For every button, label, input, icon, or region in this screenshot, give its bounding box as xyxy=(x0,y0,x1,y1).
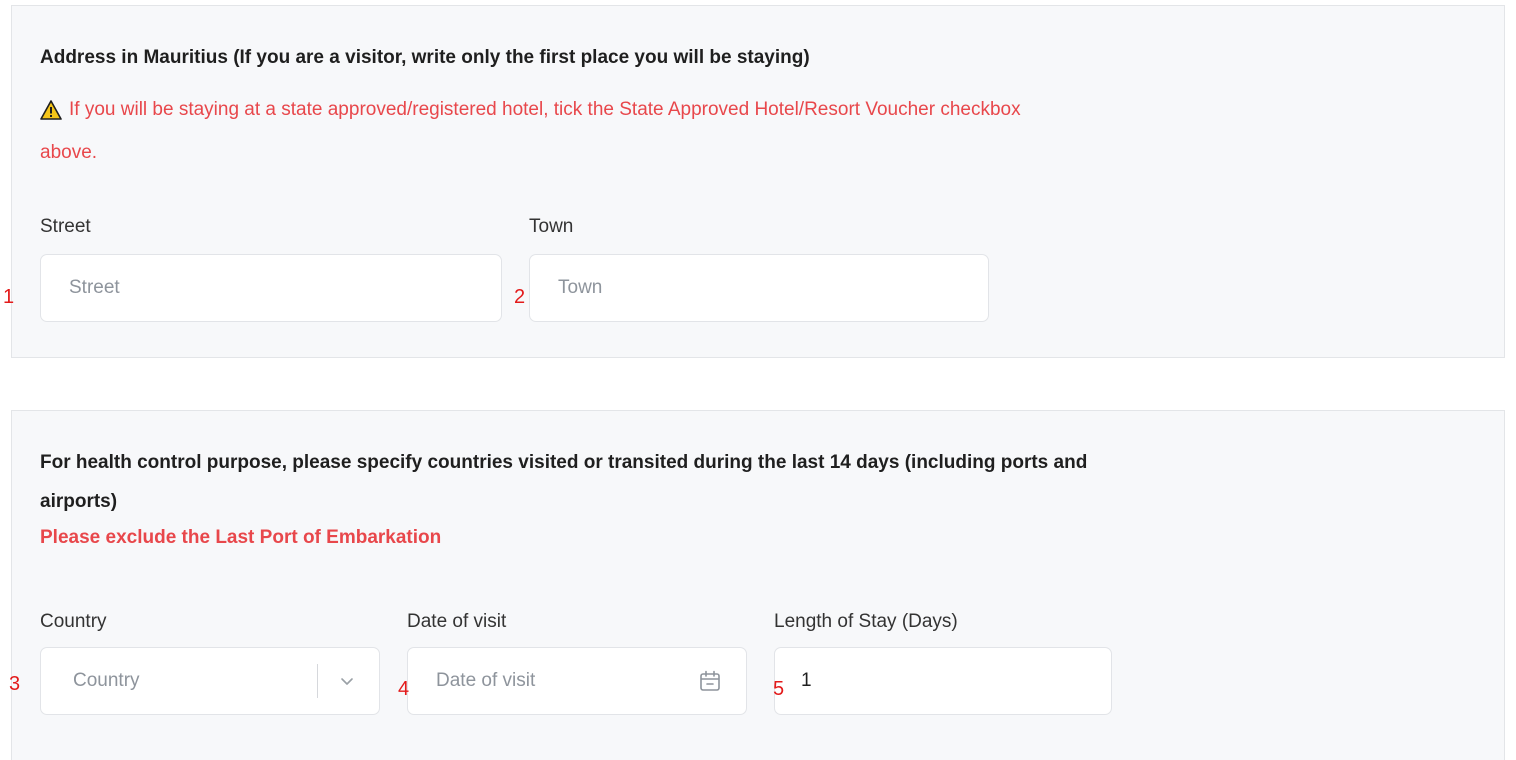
town-placeholder: Town xyxy=(558,277,603,298)
exclude-port-note: Please exclude the Last Port of Embarkat… xyxy=(40,527,442,548)
health-section-title: For health control purpose, please speci… xyxy=(40,452,1088,473)
date-of-visit-label: Date of visit xyxy=(407,611,507,632)
length-of-stay-input[interactable]: 1 xyxy=(774,647,1112,715)
length-of-stay-value: 1 xyxy=(801,670,812,691)
country-placeholder: Country xyxy=(73,670,140,691)
country-select[interactable]: Country xyxy=(40,647,380,715)
date-of-visit-input[interactable]: Date of visit xyxy=(407,647,747,715)
hotel-warning-text: If you will be staying at a state approv… xyxy=(69,99,1021,120)
town-input[interactable]: Town xyxy=(529,254,989,322)
annotation-marker-1: 1 xyxy=(3,286,15,308)
date-of-visit-placeholder: Date of visit xyxy=(436,670,536,691)
town-label: Town xyxy=(529,216,574,237)
street-input[interactable]: Street xyxy=(40,254,502,322)
annotation-marker-4: 4 xyxy=(398,678,410,700)
address-section: Address in Mauritius (If you are a visit… xyxy=(11,5,1505,358)
chevron-down-icon[interactable] xyxy=(339,670,355,692)
annotation-marker-3: 3 xyxy=(9,673,21,695)
address-section-title: Address in Mauritius (If you are a visit… xyxy=(40,47,810,68)
calendar-icon[interactable] xyxy=(698,669,722,693)
street-placeholder: Street xyxy=(69,277,120,298)
warning-triangle-icon xyxy=(40,100,62,120)
hotel-warning-text-cont: above. xyxy=(40,142,98,163)
health-control-section: For health control purpose, please speci… xyxy=(11,410,1505,760)
annotation-marker-5: 5 xyxy=(773,678,785,700)
annotation-marker-2: 2 xyxy=(514,286,526,308)
street-label: Street xyxy=(40,216,91,237)
country-label: Country xyxy=(40,611,107,632)
length-of-stay-label: Length of Stay (Days) xyxy=(774,611,958,632)
select-separator xyxy=(317,664,318,698)
health-section-title-cont: airports) xyxy=(40,491,118,512)
